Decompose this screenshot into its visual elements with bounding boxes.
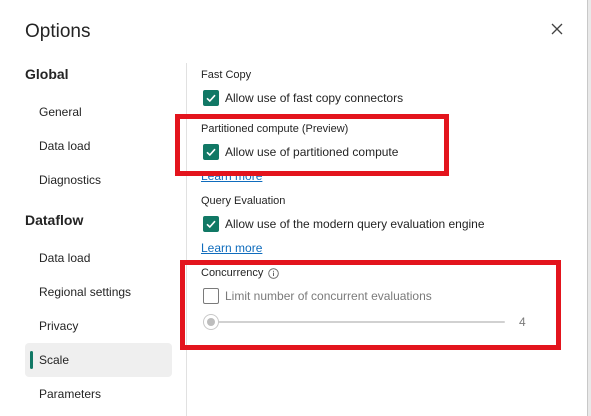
concurrency-slider-value: 4 (519, 315, 526, 329)
vertical-divider (186, 63, 187, 416)
info-icon[interactable] (268, 267, 280, 279)
section-title-text: Partitioned compute (Preview) (201, 123, 349, 135)
checkbox-label: Allow use of fast copy connectors (225, 91, 404, 105)
concurrency-slider-thumb[interactable] (203, 314, 219, 330)
partitioned-compute-checkbox-row[interactable]: Allow use of partitioned compute (203, 144, 398, 160)
close-button[interactable] (545, 17, 569, 41)
fast-copy-checkbox[interactable] (203, 90, 219, 106)
concurrency-checkbox-row[interactable]: Limit number of concurrent evaluations (203, 288, 432, 304)
checkbox-label: Allow use of the modern query evaluation… (225, 217, 485, 231)
slider-thumb-dot (207, 318, 215, 326)
nav-item-label: Data load (39, 251, 91, 265)
checkmark-icon (206, 220, 216, 229)
section-title-text: Query Evaluation (201, 195, 286, 207)
checkmark-icon (206, 94, 216, 103)
checkbox-label: Allow use of partitioned compute (225, 145, 399, 159)
nav-heading-dataflow: Dataflow (25, 212, 84, 228)
section-title-query-evaluation: Query Evaluation (201, 195, 285, 207)
nav-item-label: Diagnostics (39, 173, 102, 187)
checkbox-label: Limit number of concurrent evaluations (225, 289, 432, 303)
nav-item-scale[interactable]: Scale (25, 343, 172, 377)
section-title-text: Fast Copy (201, 69, 252, 81)
concurrency-slider-track[interactable] (211, 321, 505, 323)
query-evaluation-checkbox[interactable] (203, 216, 219, 232)
query-evaluation-learn-more-link[interactable]: Learn more (201, 241, 262, 255)
nav-item-label: Scale (39, 353, 70, 367)
nav-item-label: General (39, 105, 82, 119)
nav-item-privacy[interactable]: Privacy (25, 309, 172, 343)
nav-item-label: Privacy (39, 319, 79, 333)
nav-item-label: Regional settings (39, 285, 132, 299)
nav-item-parameters[interactable]: Parameters (25, 377, 172, 411)
partitioned-compute-checkbox[interactable] (203, 144, 219, 160)
nav-heading-global: Global (25, 66, 69, 82)
nav-item-label: Data load (39, 139, 91, 153)
section-title-fast-copy: Fast Copy (201, 69, 251, 81)
nav-item-diagnostics[interactable]: Diagnostics (25, 163, 172, 197)
dialog-title: Options (25, 21, 91, 42)
limit-concurrent-evaluations-checkbox[interactable] (203, 288, 219, 304)
fast-copy-checkbox-row[interactable]: Allow use of fast copy connectors (203, 90, 403, 106)
nav-item-label: Parameters (39, 387, 102, 401)
section-title-text: Concurrency (201, 267, 264, 279)
section-title-concurrency: Concurrency (201, 267, 280, 279)
partitioned-compute-learn-more-link[interactable]: Learn more (201, 169, 262, 183)
checkmark-icon (206, 148, 216, 157)
close-icon (551, 23, 563, 35)
nav-item-global-data-load[interactable]: Data load (25, 129, 172, 163)
query-evaluation-checkbox-row[interactable]: Allow use of the modern query evaluation… (203, 216, 485, 232)
selection-indicator (30, 351, 33, 369)
nav-item-dataflow-data-load[interactable]: Data load (25, 241, 172, 275)
nav-item-regional-settings[interactable]: Regional settings (25, 275, 172, 309)
nav-item-general[interactable]: General (25, 95, 172, 129)
options-dialog: Options Global General Data load Diagnos… (0, 0, 588, 416)
section-title-partitioned-compute: Partitioned compute (Preview) (201, 123, 348, 135)
